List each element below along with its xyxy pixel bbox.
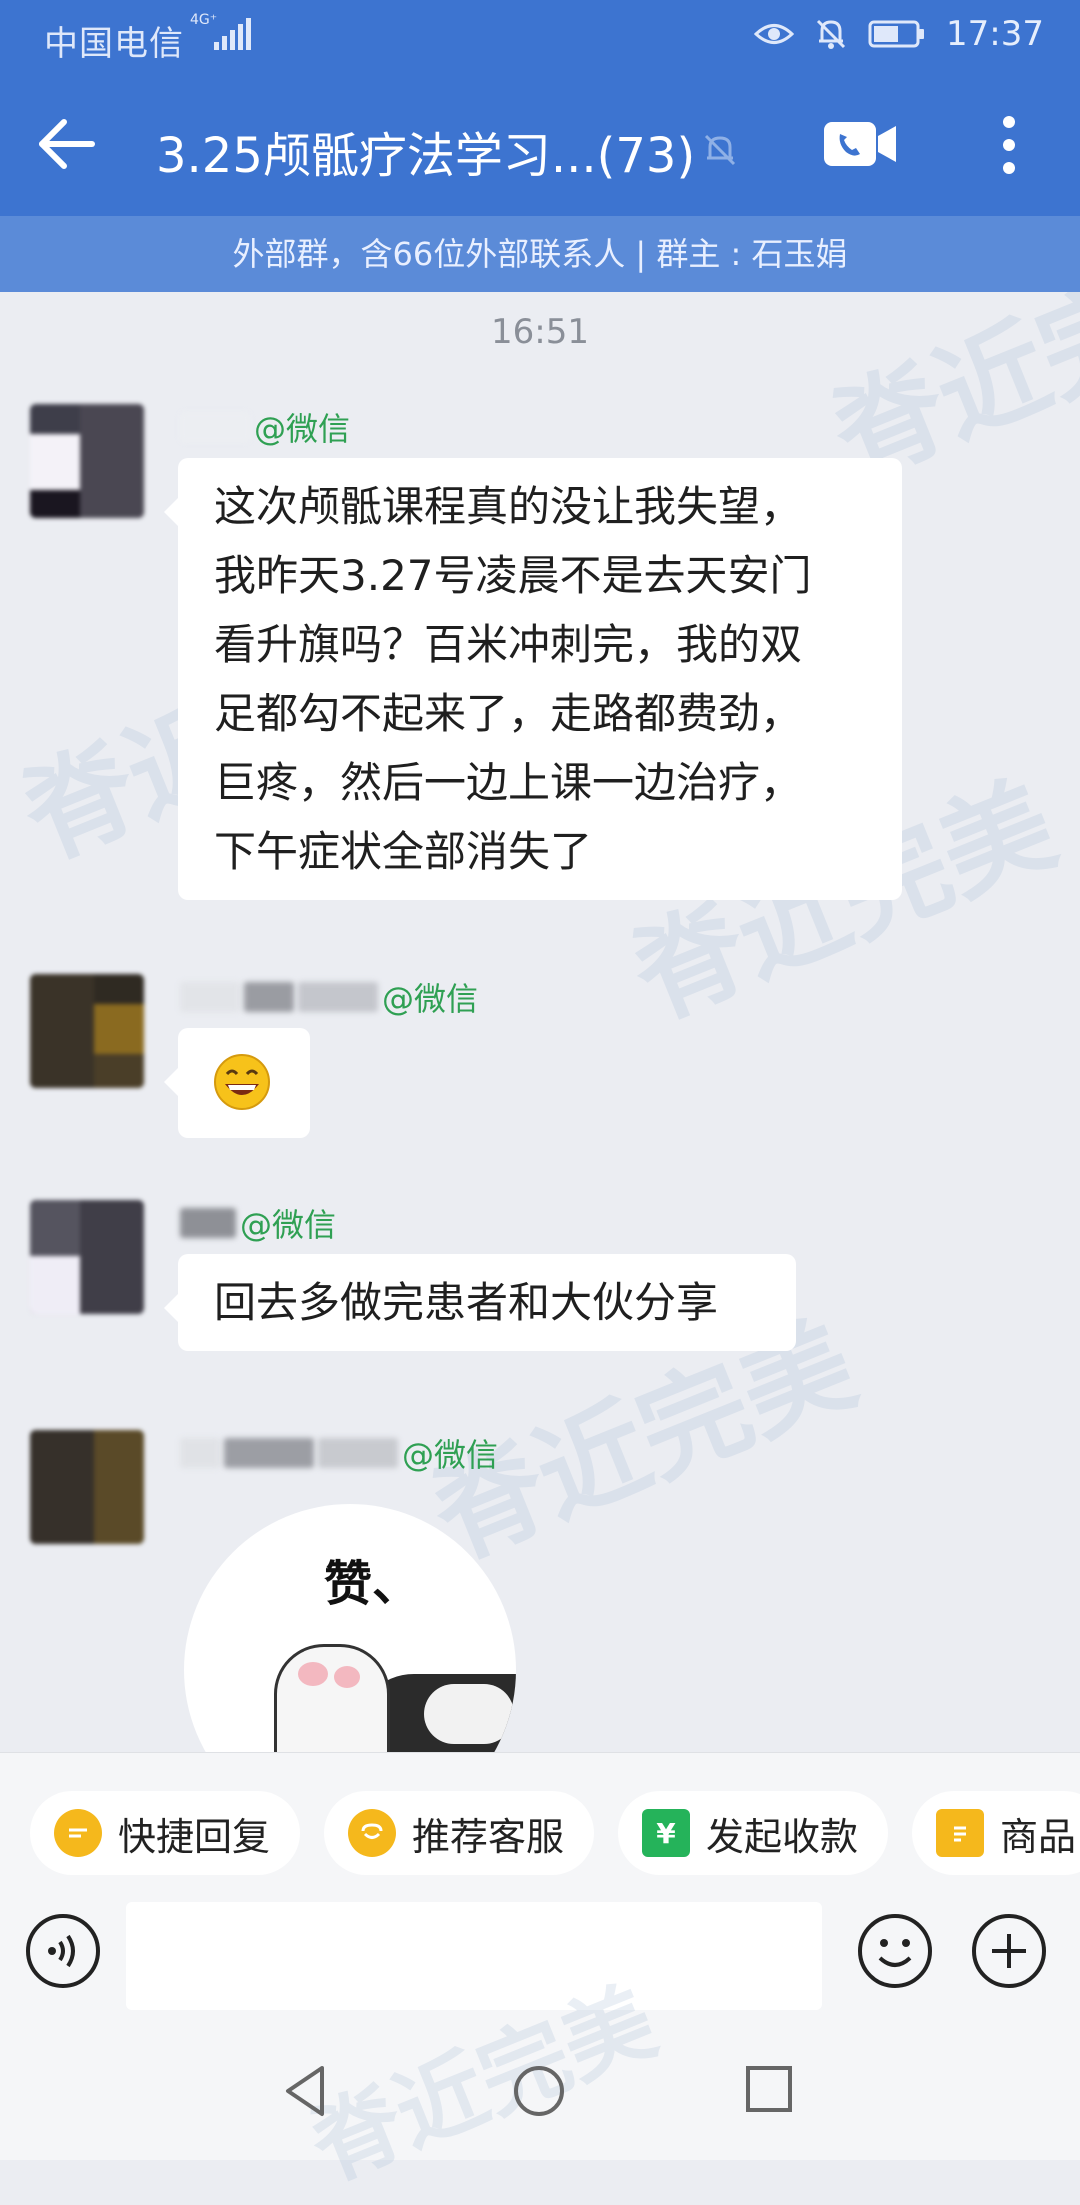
message-timestamp: 16:51 bbox=[491, 312, 589, 352]
customer-service-icon bbox=[348, 1809, 396, 1857]
message-line: 下午症状全部消失了 bbox=[214, 827, 593, 876]
message-input[interactable] bbox=[126, 1902, 822, 2010]
sender-source-tag: @微信 bbox=[254, 410, 351, 448]
initiate-payment-button[interactable]: ¥ 发起收款 bbox=[618, 1791, 889, 1875]
more-vertical-icon[interactable] bbox=[986, 110, 1032, 180]
chip-label: 发起收款 bbox=[706, 1814, 859, 1859]
sticker-caption: 赞、 bbox=[324, 1556, 421, 1612]
group-info-banner[interactable]: 外部群，含66位外部联系人 | 群主 : 石玉娟 bbox=[0, 216, 1080, 292]
product-icon bbox=[936, 1809, 984, 1857]
avatar[interactable] bbox=[30, 404, 144, 518]
blurred-name bbox=[180, 1438, 220, 1468]
video-call-icon[interactable] bbox=[820, 116, 900, 172]
carrier-name: 中国电信 bbox=[44, 24, 184, 64]
quick-reply-icon bbox=[54, 1809, 102, 1857]
message-bubble[interactable]: 这次颅骶课程真的没让我失望， 我昨天3.27号凌晨不是去天安门 看升旗吗？百米冲… bbox=[164, 458, 902, 900]
status-icons: 17:37 bbox=[754, 14, 1044, 54]
chip-label: 商品 bbox=[1000, 1814, 1077, 1859]
quick-reply-button[interactable]: 快捷回复 bbox=[30, 1791, 301, 1875]
blurred-name bbox=[318, 1438, 398, 1468]
chat-header: 3.25颅骶疗法学习...(73) bbox=[0, 72, 1080, 216]
blurred-name bbox=[180, 982, 240, 1012]
message-line: 足都勾不起来了，走路都费劲， bbox=[214, 689, 803, 738]
nav-back-icon[interactable] bbox=[282, 2064, 328, 2118]
clock-time: 17:37 bbox=[946, 14, 1044, 54]
message-line: 回去多做完患者和大伙分享 bbox=[214, 1278, 719, 1327]
sender-source-tag: @微信 bbox=[382, 980, 479, 1018]
nav-recent-apps-icon[interactable] bbox=[744, 2064, 794, 2114]
avatar[interactable] bbox=[30, 974, 144, 1088]
message-bubble[interactable]: 回去多做完患者和大伙分享 bbox=[164, 1254, 796, 1351]
message-line: 我昨天3.27号凌晨不是去天安门 bbox=[214, 551, 812, 600]
emoji-icon[interactable] bbox=[856, 1912, 934, 1990]
voice-input-icon[interactable] bbox=[24, 1912, 102, 1990]
message-line: 这次颅骶课程真的没让我失望， bbox=[214, 482, 803, 531]
message-line: 巨疼，然后一边上课一边治疗， bbox=[214, 758, 803, 807]
chat-title[interactable]: 3.25颅骶疗法学习...(73) bbox=[156, 116, 695, 186]
recommend-service-button[interactable]: 推荐客服 bbox=[324, 1791, 595, 1875]
products-button[interactable]: 商品 bbox=[912, 1791, 1080, 1875]
blurred-name bbox=[244, 982, 294, 1012]
blurred-name bbox=[298, 982, 378, 1012]
message-bubble[interactable] bbox=[164, 1028, 310, 1138]
sender-name: @微信 bbox=[180, 1430, 498, 1476]
message-line: 看升旗吗？百米冲刺完，我的双 bbox=[214, 620, 803, 669]
quick-action-bar[interactable]: 快捷回复 推荐客服 ¥ 发起收款 商品 bbox=[0, 1752, 1080, 1903]
blurred-name bbox=[180, 1208, 236, 1238]
sender-name: @微信 bbox=[180, 974, 478, 1020]
battery-icon bbox=[868, 20, 925, 48]
avatar[interactable] bbox=[30, 1200, 144, 1314]
payment-icon: ¥ bbox=[642, 1809, 690, 1857]
bell-off-icon bbox=[816, 19, 846, 49]
sender-name: @微信 bbox=[180, 404, 350, 450]
grinning-face-emoji bbox=[214, 1054, 270, 1110]
system-navigation-bar: 脊近完美 bbox=[0, 1969, 1080, 2201]
status-bar: 中国电信 4G⁺ 17:37 bbox=[0, 0, 1080, 72]
sender-source-tag: @微信 bbox=[240, 1206, 337, 1244]
sticker-message[interactable]: 赞、 bbox=[184, 1504, 516, 1752]
bell-off-icon bbox=[704, 134, 736, 166]
signal-icon bbox=[214, 18, 251, 50]
blurred-name bbox=[224, 1438, 314, 1468]
plus-icon[interactable] bbox=[970, 1912, 1048, 1990]
chip-label: 快捷回复 bbox=[118, 1814, 271, 1859]
sender-name: @微信 bbox=[180, 1200, 336, 1246]
eye-icon bbox=[754, 24, 795, 44]
sender-source-tag: @微信 bbox=[402, 1436, 499, 1474]
message-input-bar bbox=[0, 1902, 1080, 2012]
blurred-name bbox=[180, 412, 250, 442]
avatar[interactable] bbox=[30, 1430, 144, 1544]
chip-label: 推荐客服 bbox=[412, 1814, 565, 1859]
cat-paw-illustration bbox=[274, 1644, 516, 1752]
chat-message-list[interactable]: 脊近完美 脊近完美 脊近完美 脊近完美 16:51 @微信 这次颅骶课程真的没让… bbox=[0, 292, 1080, 1752]
nav-home-icon[interactable] bbox=[512, 2064, 566, 2118]
back-arrow-icon[interactable] bbox=[30, 108, 102, 180]
